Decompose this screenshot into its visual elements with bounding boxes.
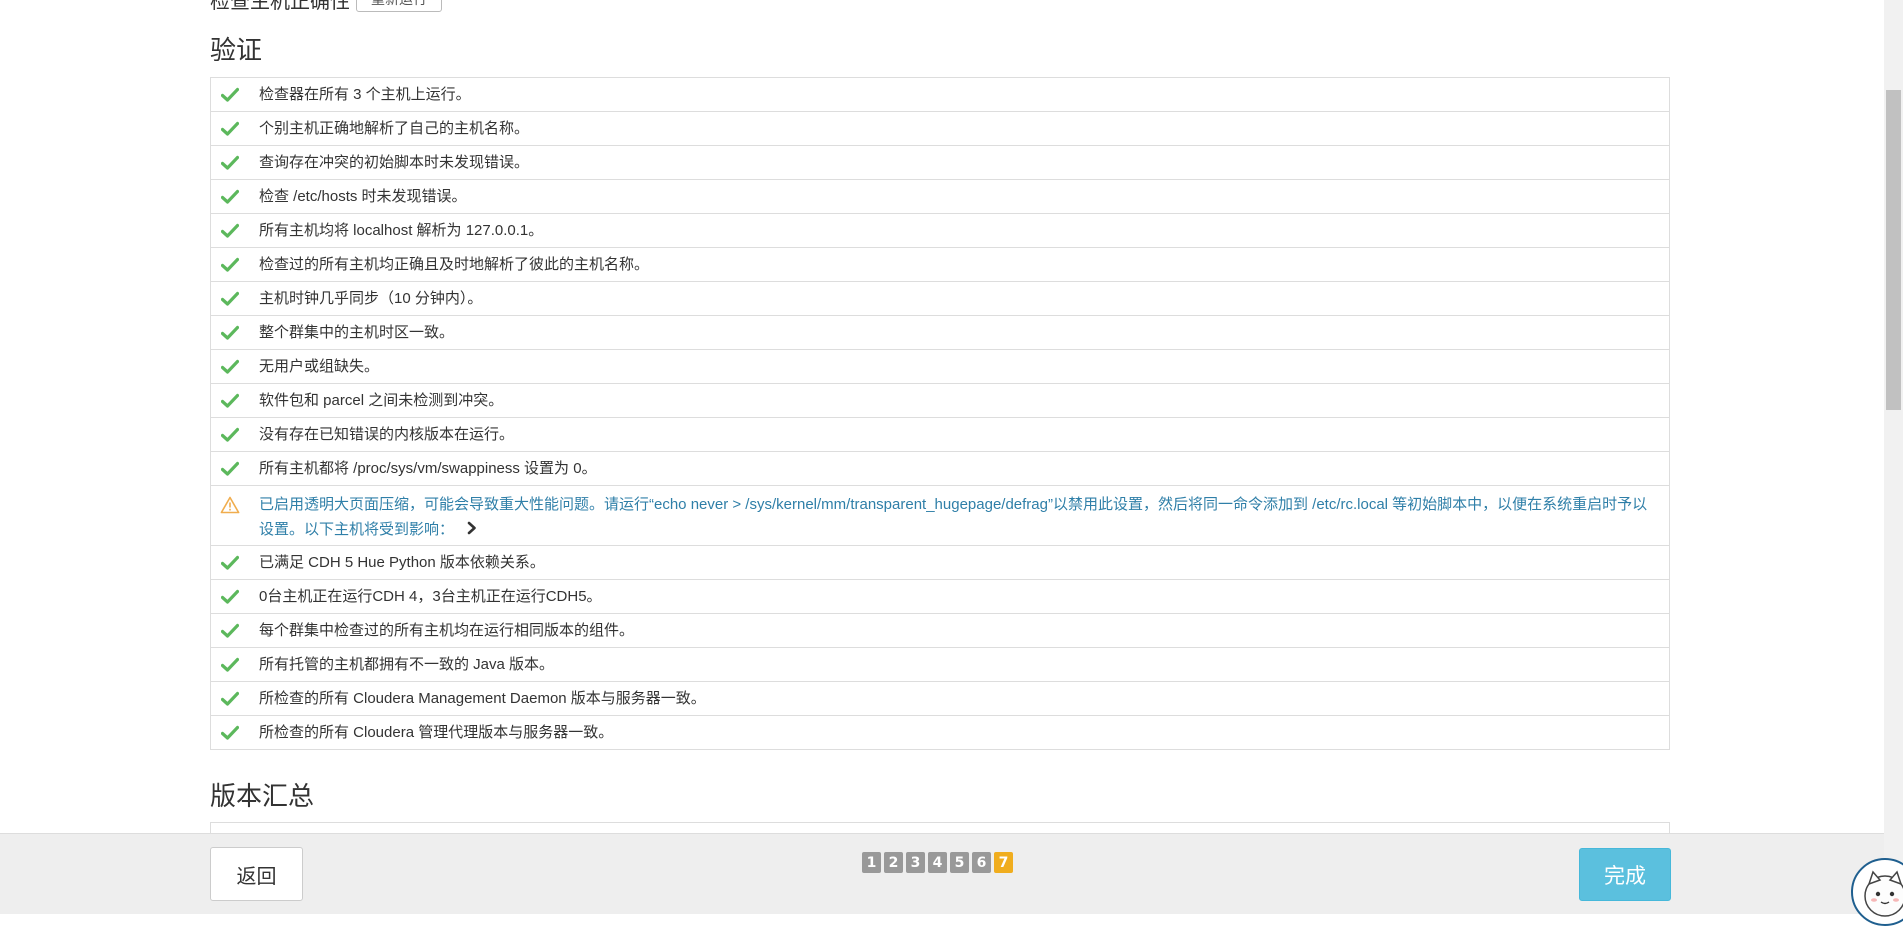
check-row: 检查 /etc/hosts 时未发现错误。 xyxy=(211,179,1669,213)
check-icon xyxy=(219,356,241,378)
host-inspector-header: 检查主机正确性 重新运行 xyxy=(210,0,442,13)
check-row: 已满足 CDH 5 Hue Python 版本依赖关系。 xyxy=(211,545,1669,579)
check-icon xyxy=(219,390,241,412)
check-message: 每个群集中检查过的所有主机均在运行相同版本的组件。 xyxy=(259,621,635,639)
check-icon xyxy=(219,118,241,140)
check-message: 所有托管的主机都拥有不一致的 Java 版本。 xyxy=(259,655,555,673)
check-message: 没有存在已知错误的内核版本在运行。 xyxy=(259,425,515,443)
check-message: 0台主机正在运行CDH 4，3台主机正在运行CDH5。 xyxy=(259,587,602,605)
check-row: 检查过的所有主机均正确且及时地解析了彼此的主机名称。 xyxy=(211,247,1669,281)
check-message: 无用户或组缺失。 xyxy=(259,357,380,375)
check-message: 个别主机正确地解析了自己的主机名称。 xyxy=(259,119,530,137)
host-inspector-title: 检查主机正确性 xyxy=(210,0,350,13)
check-message: 软件包和 parcel 之间未检测到冲突。 xyxy=(259,391,504,409)
check-message: 查询存在冲突的初始脚本时未发现错误。 xyxy=(259,153,530,171)
wizard-step-2[interactable]: 2 xyxy=(884,852,903,873)
check-row: 所有托管的主机都拥有不一致的 Java 版本。 xyxy=(211,647,1669,681)
check-message-container: 已启用透明大页面压缩，可能会导致重大性能问题。请运行“echo never > … xyxy=(259,492,1659,543)
check-icon xyxy=(219,288,241,310)
check-icon xyxy=(219,254,241,276)
page-content: 检查主机正确性 重新运行 验证 检查器在所有 3 个主机上运行。个别主机正确地解… xyxy=(0,0,1884,913)
check-row: 所检查的所有 Cloudera Management Daemon 版本与服务器… xyxy=(211,681,1669,715)
check-message: 检查过的所有主机均正确且及时地解析了彼此的主机名称。 xyxy=(259,255,650,273)
check-message: 所有主机都将 /proc/sys/vm/swappiness 设置为 0。 xyxy=(259,459,597,477)
check-row: 已启用透明大页面压缩，可能会导致重大性能问题。请运行“echo never > … xyxy=(211,485,1669,545)
check-row: 每个群集中检查过的所有主机均在运行相同版本的组件。 xyxy=(211,613,1669,647)
check-row: 主机时钟几乎同步（10 分钟内）。 xyxy=(211,281,1669,315)
check-icon xyxy=(219,586,241,608)
check-row: 无用户或组缺失。 xyxy=(211,349,1669,383)
check-message: 整个群集中的主机时区一致。 xyxy=(259,323,455,341)
check-row: 所有主机都将 /proc/sys/vm/swappiness 设置为 0。 xyxy=(211,451,1669,485)
check-message: 所检查的所有 Cloudera 管理代理版本与服务器一致。 xyxy=(259,723,614,741)
check-message: 检查 /etc/hosts 时未发现错误。 xyxy=(259,187,467,205)
wizard-step-7[interactable]: 7 xyxy=(994,852,1013,873)
check-row: 软件包和 parcel 之间未检测到冲突。 xyxy=(211,383,1669,417)
finish-button[interactable]: 完成 xyxy=(1579,848,1671,901)
wizard-step-5[interactable]: 5 xyxy=(950,852,969,873)
check-icon xyxy=(219,688,241,710)
verification-list: 检查器在所有 3 个主机上运行。个别主机正确地解析了自己的主机名称。 查询存在冲突… xyxy=(210,77,1670,750)
verify-section-title: 验证 xyxy=(210,35,263,65)
warning-icon xyxy=(219,494,241,516)
wizard-step-3[interactable]: 3 xyxy=(906,852,925,873)
wizard-footer: 返回 1234567 完成 xyxy=(0,833,1884,914)
check-icon xyxy=(219,552,241,574)
check-row: 整个群集中的主机时区一致。 xyxy=(211,315,1669,349)
chevron-right-icon[interactable] xyxy=(466,518,478,543)
mascot-avatar-icon[interactable] xyxy=(1851,858,1903,926)
check-icon xyxy=(219,84,241,106)
check-row: 所有主机均将 localhost 解析为 127.0.0.1。 xyxy=(211,213,1669,247)
check-row: 没有存在已知错误的内核版本在运行。 xyxy=(211,417,1669,451)
vertical-scrollbar[interactable] xyxy=(1884,0,1903,913)
check-row: 0台主机正在运行CDH 4，3台主机正在运行CDH5。 xyxy=(211,579,1669,613)
rerun-button[interactable]: 重新运行 xyxy=(356,0,442,12)
scrollbar-thumb[interactable] xyxy=(1886,90,1901,410)
check-icon xyxy=(219,620,241,642)
version-summary-title: 版本汇总 xyxy=(210,781,315,811)
check-icon xyxy=(219,458,241,480)
wizard-step-6[interactable]: 6 xyxy=(972,852,991,873)
check-row: 查询存在冲突的初始脚本时未发现错误。 xyxy=(211,145,1669,179)
check-row: 检查器在所有 3 个主机上运行。 xyxy=(211,78,1669,111)
back-button[interactable]: 返回 xyxy=(210,847,303,901)
check-icon xyxy=(219,322,241,344)
check-message: 已满足 CDH 5 Hue Python 版本依赖关系。 xyxy=(259,553,545,571)
check-icon xyxy=(219,152,241,174)
check-icon xyxy=(219,722,241,744)
check-icon xyxy=(219,186,241,208)
check-message: 所有主机均将 localhost 解析为 127.0.0.1。 xyxy=(259,221,544,239)
check-icon xyxy=(219,654,241,676)
wizard-step-indicator: 1234567 xyxy=(862,852,1013,873)
wizard-step-4[interactable]: 4 xyxy=(928,852,947,873)
check-message: 所检查的所有 Cloudera Management Daemon 版本与服务器… xyxy=(259,689,706,707)
check-icon xyxy=(219,220,241,242)
check-row: 个别主机正确地解析了自己的主机名称。 xyxy=(211,111,1669,145)
wizard-step-1[interactable]: 1 xyxy=(862,852,881,873)
check-message: 检查器在所有 3 个主机上运行。 xyxy=(259,85,471,103)
check-icon xyxy=(219,424,241,446)
check-row: 所检查的所有 Cloudera 管理代理版本与服务器一致。 xyxy=(211,715,1669,749)
check-message: 主机时钟几乎同步（10 分钟内）。 xyxy=(259,289,483,307)
